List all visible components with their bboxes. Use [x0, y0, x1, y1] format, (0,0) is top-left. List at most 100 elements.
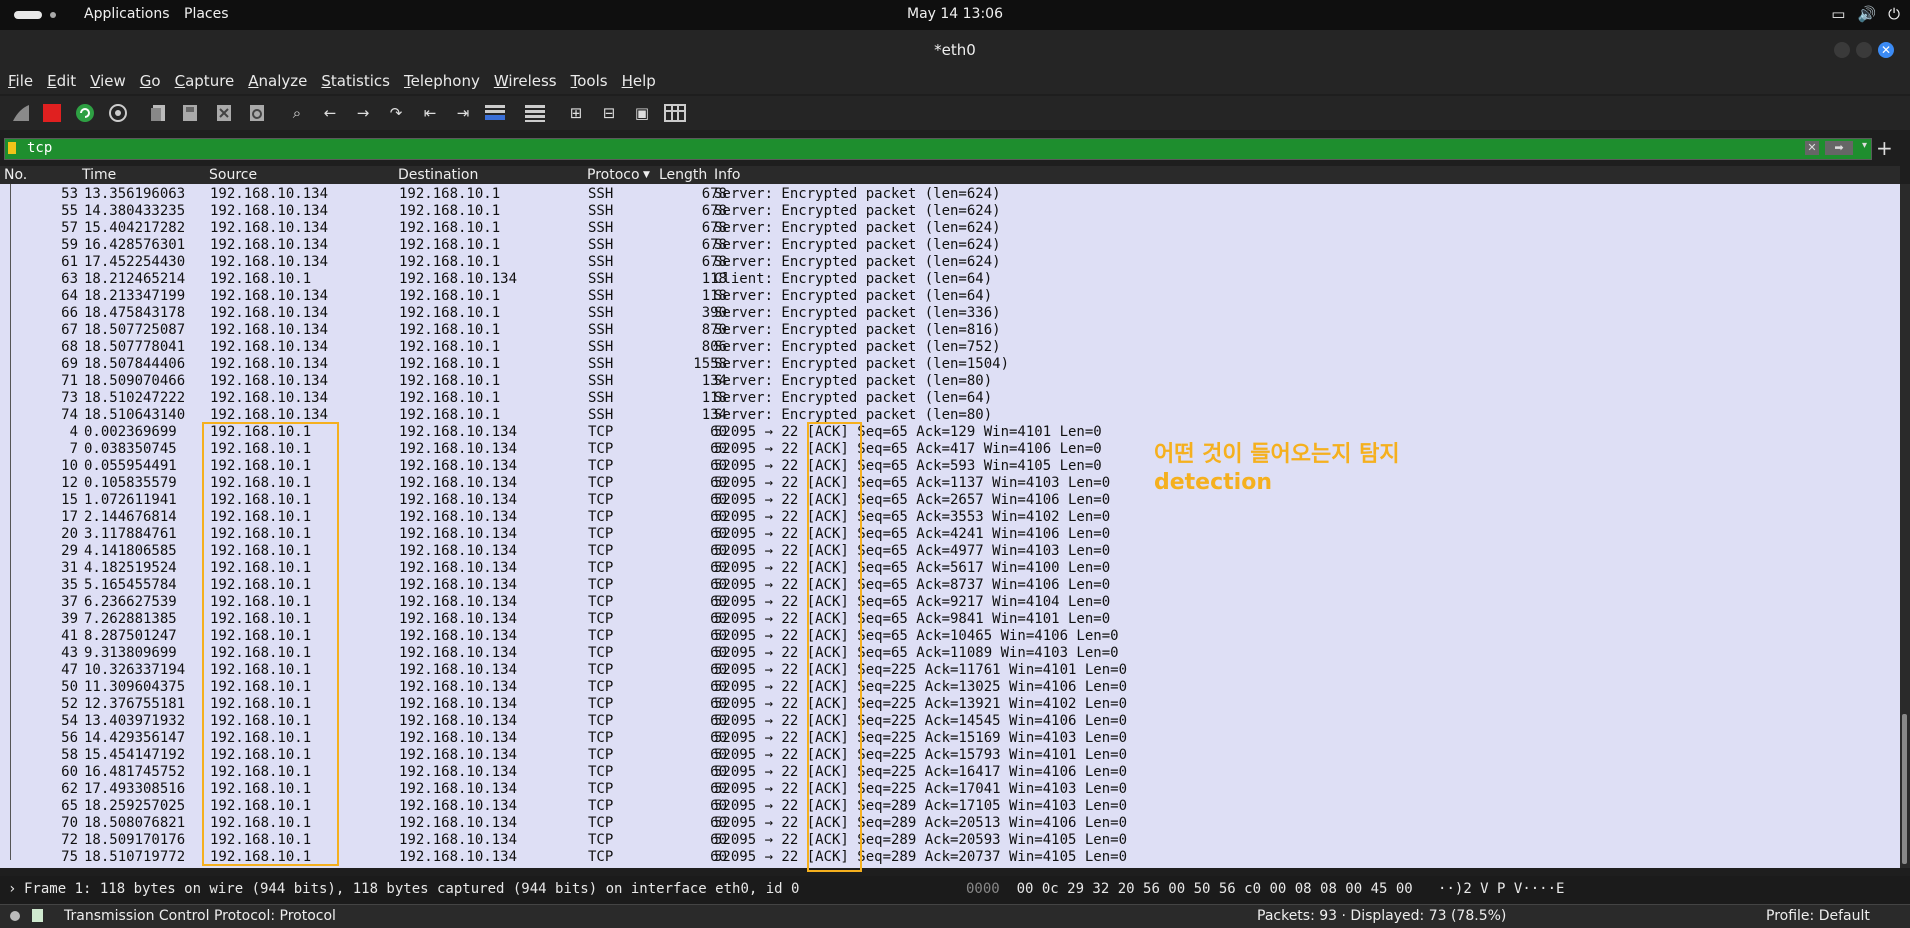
close-file-icon[interactable] — [213, 102, 235, 124]
places-menu[interactable]: Places — [184, 6, 229, 22]
table-row[interactable]: 73 18.510247222 192.168.10.134 192.168.10.1… — [0, 390, 1900, 407]
cell-info: Server: Encrypted packet (len=752) — [714, 339, 1001, 355]
zoom-out-icon[interactable]: ⊟ — [598, 102, 620, 124]
cell-time: 4.141806585 — [84, 543, 177, 559]
go-back-icon[interactable]: ← — [319, 102, 341, 124]
cell-protocol: SSH — [588, 339, 614, 355]
cell-time: 18.510247222 — [84, 390, 186, 406]
hex-ascii: ··)2 V P V····E — [1438, 881, 1565, 897]
column-length[interactable]: Length — [659, 167, 707, 183]
table-row[interactable]: 57 15.404217282 192.168.10.134 192.168.10.1… — [0, 220, 1900, 237]
column-no[interactable]: No. — [4, 167, 27, 183]
menu-capture[interactable]: Capture — [175, 70, 235, 94]
table-row[interactable]: 64 18.213347199 192.168.10.134 192.168.10.1… — [0, 288, 1900, 305]
capture-options-gear-icon[interactable] — [107, 102, 129, 124]
menu-wireless[interactable]: Wireless — [494, 70, 557, 94]
column-destination[interactable]: Destination — [398, 167, 478, 183]
first-packet-icon[interactable]: ⇤ — [419, 102, 441, 124]
cell-info: 52095 → 22 [ACK] Seq=65 Ack=4977 Win=410… — [714, 543, 1111, 559]
menu-telephony[interactable]: Telephony — [404, 70, 480, 94]
expand-arrow-icon[interactable]: › — [8, 881, 16, 897]
cell-no: 52 — [61, 696, 78, 712]
cell-time: 18.259257025 — [84, 798, 186, 814]
restart-capture-icon[interactable] — [74, 102, 96, 124]
stop-capture-icon[interactable] — [41, 102, 63, 124]
menu-go[interactable]: Go — [140, 70, 161, 94]
go-to-packet-icon[interactable]: ↷ — [385, 102, 407, 124]
table-row[interactable]: 67 18.507725087 192.168.10.134 192.168.10.1… — [0, 322, 1900, 339]
menu-analyze[interactable]: Analyze — [248, 70, 307, 94]
cell-no: 61 — [61, 254, 78, 270]
menu-edit[interactable]: Edit — [47, 70, 76, 94]
cell-destination: 192.168.10.1 — [399, 288, 501, 304]
cell-protocol: SSH — [588, 322, 614, 338]
last-packet-icon[interactable]: ⇥ — [452, 102, 474, 124]
apply-filter-icon[interactable]: ➡ — [1825, 141, 1853, 155]
display-filter-input[interactable]: tcp — [27, 140, 52, 156]
table-row[interactable]: 68 18.507778041 192.168.10.134 192.168.10.1… — [0, 339, 1900, 356]
save-file-icon[interactable] — [179, 102, 201, 124]
cell-destination: 192.168.10.134 — [399, 645, 518, 661]
cell-info: 52095 → 22 [ACK] Seq=225 Ack=11761 Win=4… — [714, 662, 1128, 678]
cell-source: 192.168.10.134 — [210, 203, 329, 219]
cell-no: 15 — [61, 492, 78, 508]
frame-summary[interactable]: Frame 1: 118 bytes on wire (944 bits), 1… — [24, 881, 799, 897]
column-source[interactable]: Source — [209, 167, 257, 183]
go-forward-icon[interactable]: → — [352, 102, 374, 124]
activities-icon[interactable] — [14, 11, 42, 19]
column-protocol[interactable]: Protoco — [587, 167, 640, 183]
column-time[interactable]: Time — [82, 167, 116, 183]
bookmark-icon[interactable] — [8, 142, 16, 154]
expert-info-icon[interactable] — [10, 911, 20, 921]
volume-icon[interactable]: 🔊 — [1857, 5, 1876, 23]
table-row[interactable]: 63 18.212465214 192.168.10.1 192.168.10.134… — [0, 271, 1900, 288]
colorize-icon[interactable] — [524, 102, 546, 124]
resize-columns-icon[interactable] — [664, 102, 686, 124]
zoom-in-icon[interactable]: ⊞ — [565, 102, 587, 124]
filter-history-dropdown-icon[interactable]: ▾ — [1862, 140, 1867, 151]
cell-info: 52095 → 22 [ACK] Seq=65 Ack=2657 Win=410… — [714, 492, 1111, 508]
close-button[interactable]: ✕ — [1878, 42, 1894, 58]
clear-filter-icon[interactable]: ✕ — [1805, 141, 1819, 155]
power-icon[interactable]: ⏻ — [1888, 5, 1900, 23]
menu-statistics[interactable]: Statistics — [321, 70, 390, 94]
display-icon[interactable]: ▭ — [1831, 5, 1845, 23]
menu-tools[interactable]: Tools — [571, 70, 608, 94]
menu-view[interactable]: View — [90, 70, 126, 94]
add-filter-button-icon[interactable]: + — [1876, 136, 1893, 160]
cell-source: 192.168.10.134 — [210, 288, 329, 304]
table-row[interactable]: 55 14.380433235 192.168.10.134 192.168.10.1… — [0, 203, 1900, 220]
normal-size-icon[interactable]: ▣ — [631, 102, 653, 124]
search-icon[interactable]: ⌕ — [286, 102, 308, 124]
minimize-button[interactable] — [1834, 42, 1850, 58]
capture-comment-icon[interactable] — [32, 909, 43, 922]
cell-no: 75 — [61, 849, 78, 865]
column-info[interactable]: Info — [714, 167, 741, 183]
cell-source: 192.168.10.134 — [210, 305, 329, 321]
status-profile[interactable]: Profile: Default — [1766, 908, 1870, 924]
scrollbar-thumb[interactable] — [1902, 714, 1907, 864]
reload-file-icon[interactable] — [246, 102, 268, 124]
table-row[interactable]: 59 16.428576301 192.168.10.134 192.168.10.1… — [0, 237, 1900, 254]
cell-destination: 192.168.10.134 — [399, 679, 518, 695]
cell-no: 43 — [61, 645, 78, 661]
menu-file[interactable]: File — [8, 70, 33, 94]
cell-info: 52095 → 22 [ACK] Seq=65 Ack=129 Win=4101… — [714, 424, 1102, 440]
table-row[interactable]: 69 18.507844406 192.168.10.134 192.168.10.1… — [0, 356, 1900, 373]
display-filter-bar[interactable]: tcp ✕ ➡ ▾ — [4, 138, 1872, 160]
packet-list-scrollbar[interactable] — [1900, 184, 1910, 868]
table-row[interactable]: 61 17.452254430 192.168.10.134 192.168.10.1… — [0, 254, 1900, 271]
applications-menu[interactable]: Applications — [84, 6, 170, 22]
table-row[interactable]: 66 18.475843178 192.168.10.134 192.168.10.1… — [0, 305, 1900, 322]
maximize-button[interactable] — [1856, 42, 1872, 58]
table-row[interactable]: 71 18.509070466 192.168.10.134 192.168.10.1… — [0, 373, 1900, 390]
auto-scroll-icon[interactable] — [484, 102, 506, 124]
menu-help[interactable]: Help — [622, 70, 656, 94]
cell-time: 18.507725087 — [84, 322, 186, 338]
open-file-icon[interactable] — [148, 102, 170, 124]
cell-destination: 192.168.10.134 — [399, 849, 518, 865]
cell-info: Server: Encrypted packet (len=624) — [714, 237, 1001, 253]
shark-fin-start-icon[interactable] — [10, 102, 32, 124]
table-row[interactable]: 53 13.356196063 192.168.10.134 192.168.10.1… — [0, 186, 1900, 203]
cell-protocol: TCP — [588, 662, 614, 678]
